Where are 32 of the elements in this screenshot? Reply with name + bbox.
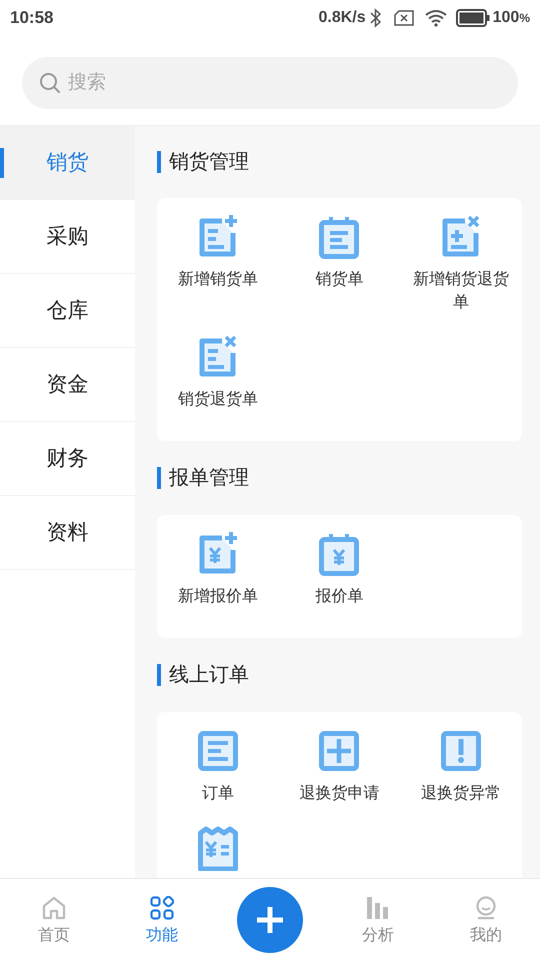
menu-item-label[interactable]: 新增销货单 (178, 268, 258, 291)
menu-item-label[interactable]: 退换货申请 (299, 782, 380, 805)
section-title: 销货管理 (169, 150, 249, 175)
sim-card-icon (394, 10, 414, 26)
nav-tab[interactable]: 功能 (108, 892, 216, 948)
bar-chart-icon (366, 896, 390, 920)
menu-item-label[interactable]: 退换货异常 (421, 782, 502, 805)
menu-item-label[interactable]: 销货退货单 (178, 388, 258, 411)
menu-item-label[interactable]: 订单 (202, 782, 234, 805)
sidebar-item[interactable]: 销货 (0, 126, 135, 200)
section-title: 报单管理 (169, 466, 249, 491)
nav-tab[interactable]: 我的 (432, 892, 540, 948)
battery-level: 100 (492, 8, 520, 28)
wifi-icon (424, 9, 448, 27)
plus-icon (256, 906, 284, 934)
user-icon (474, 896, 498, 920)
section-title: 线上订单 (169, 663, 249, 688)
home-icon (41, 896, 67, 920)
bluetooth-icon (370, 8, 382, 28)
menu-item-label[interactable]: 销货单 (315, 268, 364, 291)
search-field[interactable]: 搜索 (22, 57, 518, 109)
grid-icon (150, 896, 174, 920)
status-time: 10:58 (10, 7, 54, 30)
menu-item-label[interactable]: 报价单 (315, 585, 364, 608)
battery-icon (456, 9, 490, 27)
menu-item-label[interactable]: 新增报价单 (178, 585, 258, 608)
menu-item-label[interactable]: 新增销货退货单 (411, 268, 512, 314)
battery-unit: % (519, 10, 530, 27)
network-speed: 0.8K/s (318, 8, 366, 28)
nav-tab[interactable]: 首页 (0, 892, 108, 948)
nav-tab[interactable]: 分析 (324, 892, 432, 948)
search-icon (39, 72, 61, 94)
